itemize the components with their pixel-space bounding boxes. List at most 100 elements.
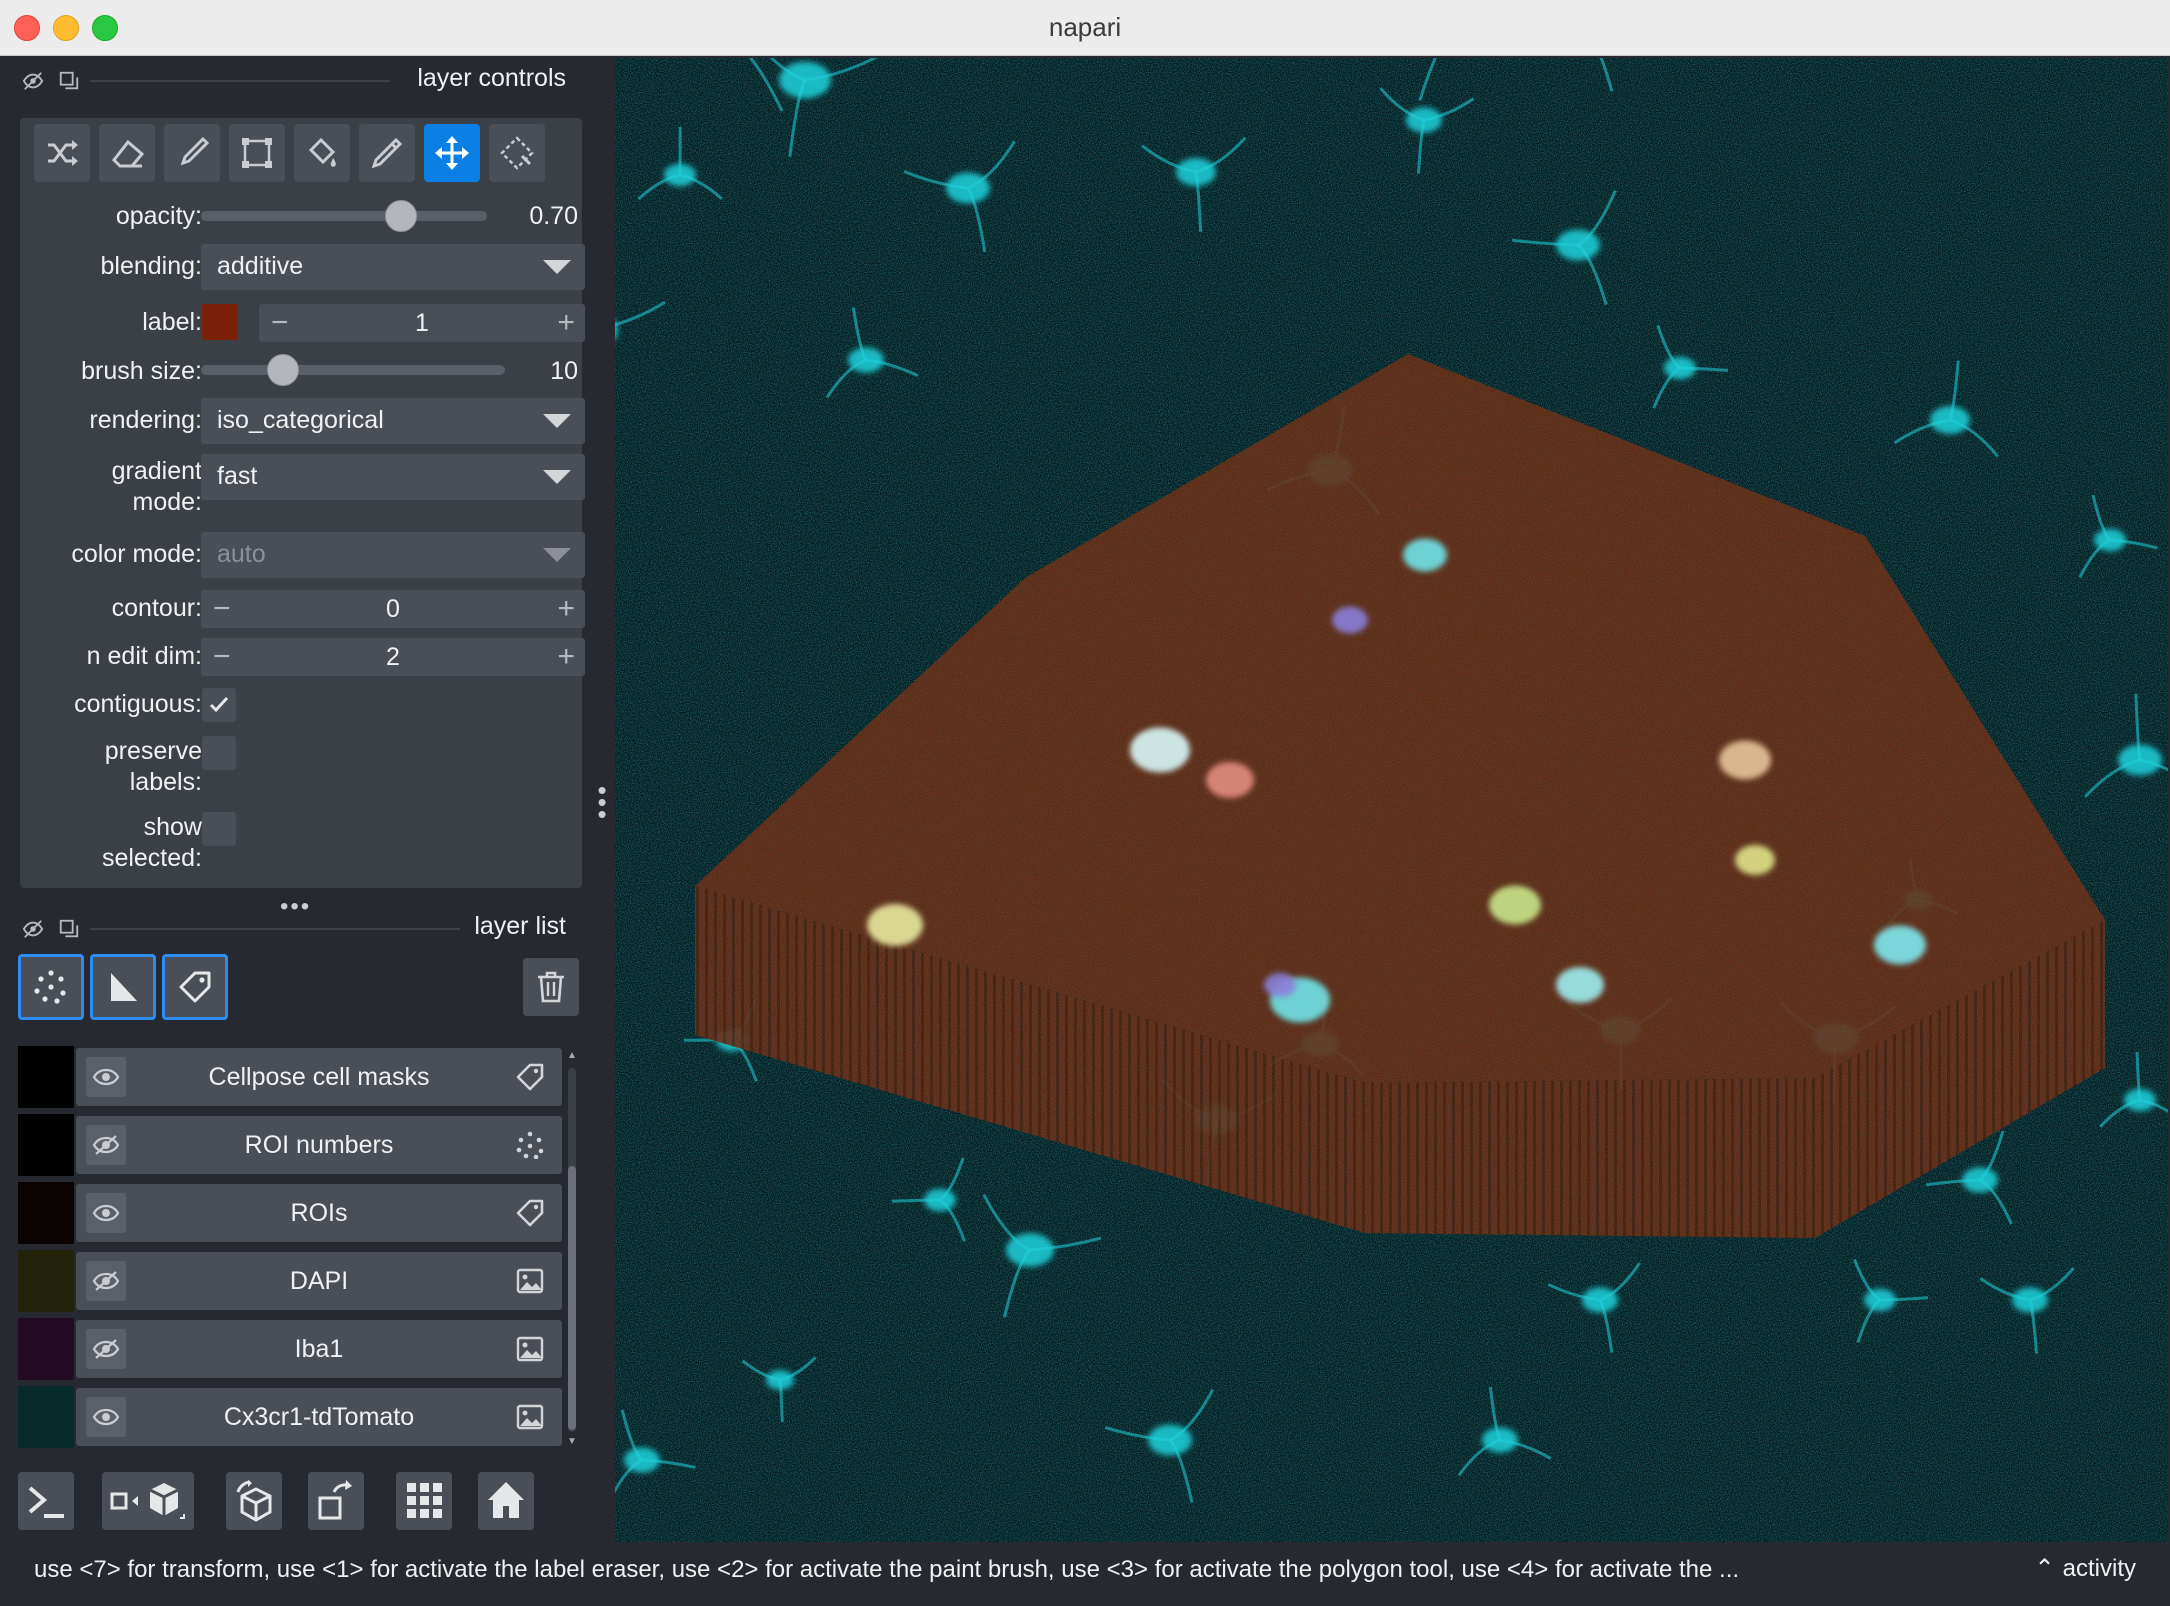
plus-icon[interactable]: + (557, 640, 575, 674)
dock-float-icon[interactable] (58, 918, 80, 940)
grid-view-button[interactable] (396, 1472, 452, 1530)
label-spinbox[interactable]: − 1 + (259, 304, 585, 342)
eraser-button[interactable] (99, 124, 155, 182)
layer-row[interactable]: ROI numbers (18, 1114, 562, 1176)
eye-icon (92, 1068, 120, 1086)
plus-icon[interactable]: + (557, 592, 575, 626)
pan-zoom-button[interactable] (424, 124, 480, 182)
gradient-mode-label: gradient mode: (112, 456, 202, 518)
visibility-toggle[interactable] (86, 1125, 126, 1165)
transpose-axes-button[interactable] (308, 1472, 364, 1530)
paint-brush-icon (180, 136, 209, 166)
delete-layer-button[interactable] (523, 958, 579, 1016)
layer-name[interactable]: Cellpose cell masks (136, 1063, 502, 1092)
ndisplay-toggle-button[interactable] (102, 1472, 194, 1530)
layer-item[interactable]: ROI numbers (76, 1116, 562, 1174)
show-selected-checkbox[interactable] (202, 812, 236, 846)
layer-thumbnail (18, 1250, 74, 1312)
opacity-value: 0.70 (529, 202, 578, 230)
label-value[interactable]: 1 (259, 309, 585, 338)
shuffle-colors-button[interactable] (34, 124, 90, 182)
eye-icon (92, 1204, 120, 1222)
contiguous-checkbox[interactable] (202, 688, 236, 722)
opacity-slider-handle[interactable] (385, 200, 418, 232)
layer-name[interactable]: Iba1 (136, 1335, 502, 1364)
layer-item[interactable]: DAPI (76, 1252, 562, 1310)
layer-thumbnail (18, 1046, 74, 1108)
contour-value[interactable]: 0 (201, 595, 585, 624)
layer-row[interactable]: Cellpose cell masks (18, 1046, 562, 1108)
preserve-labels-label-line1: preserve (104, 737, 202, 765)
viewer-canvas[interactable] (615, 58, 2168, 1542)
plus-icon[interactable]: + (557, 306, 575, 340)
rendering-label: rendering: (89, 406, 202, 434)
color-picker-button[interactable] (359, 124, 415, 182)
scroll-up-icon[interactable]: ▲ (566, 1050, 578, 1064)
segmented-cell (867, 904, 923, 946)
layer-row[interactable]: Cx3cr1-tdTomato (18, 1386, 562, 1448)
show-selected-label-line1: show (143, 813, 202, 841)
ndisplay-toggle-icon (110, 1483, 185, 1519)
layer-row[interactable]: DAPI (18, 1250, 562, 1312)
new-shapes-layer-button[interactable] (90, 954, 156, 1020)
gradient-mode-dropdown[interactable]: fast (201, 454, 585, 500)
chevron-up-icon: ⌃ (2034, 1555, 2055, 1582)
scrollbar-thumb[interactable] (568, 1166, 576, 1430)
layer-name[interactable]: Cx3cr1-tdTomato (136, 1403, 502, 1432)
color-mode-dropdown[interactable]: auto (201, 532, 585, 578)
visibility-toggle[interactable] (86, 1057, 126, 1097)
console-button[interactable] (18, 1472, 74, 1530)
brush-size-slider-handle[interactable] (267, 354, 300, 386)
status-bar: use <7> for transform, use <1> for activ… (0, 1542, 2170, 1606)
roi-noise-overlay (615, 58, 2168, 1542)
layer-list-scrollbar[interactable]: ▲ ▼ (566, 1050, 578, 1450)
new-labels-layer-button[interactable] (162, 954, 228, 1020)
visibility-toggle[interactable] (86, 1397, 126, 1437)
visibility-toggle[interactable] (86, 1261, 126, 1301)
pan-zoom-icon (435, 136, 469, 170)
scroll-down-icon[interactable]: ▼ (566, 1436, 578, 1450)
layer-item[interactable]: Iba1 (76, 1320, 562, 1378)
eye-icon (92, 1408, 120, 1426)
fill-bucket-button[interactable] (294, 124, 350, 182)
dock-hide-icon[interactable] (22, 70, 44, 92)
dock-hide-icon[interactable] (22, 918, 44, 940)
layer-row[interactable]: Iba1 (18, 1318, 562, 1380)
new-points-layer-button[interactable] (18, 954, 84, 1020)
layer-thumbnail (18, 1386, 74, 1448)
layer-row[interactable]: ROIs (18, 1182, 562, 1244)
layer-name[interactable]: ROI numbers (136, 1131, 502, 1160)
layer-name[interactable]: ROIs (136, 1199, 502, 1228)
visibility-toggle[interactable] (86, 1193, 126, 1233)
blending-dropdown[interactable]: additive (201, 244, 585, 290)
roll-axes-icon (236, 1480, 272, 1522)
n-edit-dim-value[interactable]: 2 (201, 643, 585, 672)
opacity-slider[interactable] (201, 198, 501, 234)
brush-size-value: 10 (550, 357, 578, 385)
n-edit-dim-spinbox[interactable]: − 2 + (201, 638, 585, 676)
contour-spinbox[interactable]: − 0 + (201, 590, 585, 628)
layer-item[interactable]: ROIs (76, 1184, 562, 1242)
image-icon (516, 1268, 544, 1294)
paint-brush-button[interactable] (164, 124, 220, 182)
polygon-tool-button[interactable] (229, 124, 285, 182)
segmented-cell (1264, 973, 1296, 997)
dock-splitter-handle[interactable]: • • • (594, 777, 610, 827)
layer-item[interactable]: Cellpose cell masks (76, 1048, 562, 1106)
transpose-axes-icon (318, 1480, 352, 1520)
activity-button[interactable]: ⌃ activity (2035, 1554, 2136, 1583)
dock-float-icon[interactable] (58, 70, 80, 92)
segmented-cell (1874, 925, 1926, 965)
preserve-labels-checkbox[interactable] (202, 736, 236, 770)
rendering-dropdown[interactable]: iso_categorical (201, 398, 585, 444)
checkmark-icon (209, 696, 229, 713)
transform-button[interactable] (489, 124, 545, 182)
rendering-value: iso_categorical (217, 406, 384, 434)
layer-name[interactable]: DAPI (136, 1267, 502, 1296)
home-button[interactable] (478, 1472, 534, 1530)
roll-axes-button[interactable] (226, 1472, 282, 1530)
brush-size-slider[interactable] (201, 352, 505, 388)
layer-item[interactable]: Cx3cr1-tdTomato (76, 1388, 562, 1446)
label-color-swatch[interactable] (202, 304, 238, 340)
visibility-toggle[interactable] (86, 1329, 126, 1369)
